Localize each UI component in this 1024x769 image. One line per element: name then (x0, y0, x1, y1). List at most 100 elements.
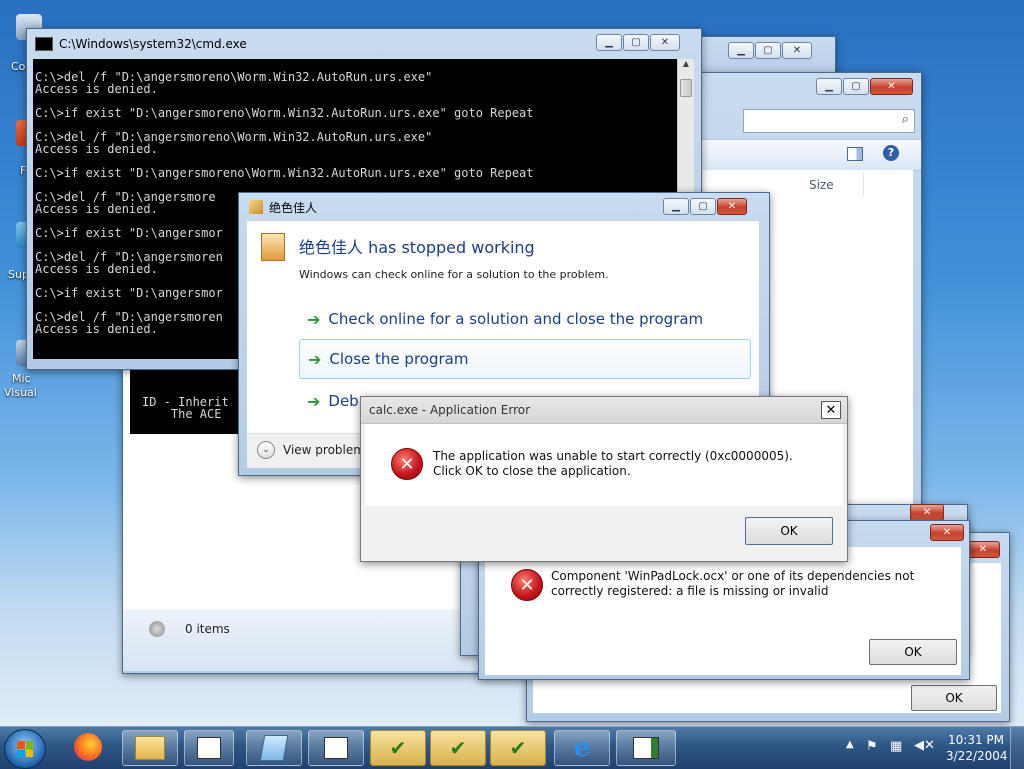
minimize-button[interactable]: ▁ (663, 198, 689, 215)
calc-title-bar: calc.exe - Application Error ✕ (361, 397, 847, 424)
items-icon (149, 621, 165, 637)
taskbar-app[interactable] (184, 730, 234, 766)
wer-heading: 绝色佳人 has stopped working (299, 238, 535, 257)
taskbar-ie[interactable]: e (554, 730, 610, 766)
firefox-icon[interactable] (74, 733, 102, 761)
close-button[interactable]: ✕ (870, 78, 913, 95)
window-controls: ✕ (909, 504, 944, 521)
column-header-size[interactable]: Size (809, 178, 834, 192)
cmd-line: The ACE (142, 407, 222, 421)
show-hidden-icons-icon[interactable]: ▲ (846, 739, 854, 750)
taskbar-wer-3[interactable]: ✔ (490, 730, 546, 766)
clock-time[interactable]: 10:31 PM (948, 733, 1004, 747)
notepad-icon (259, 735, 289, 761)
internet-explorer-icon: e (573, 733, 591, 763)
warning-icon: ✔ (509, 736, 527, 760)
close-button[interactable]: ✕ (821, 401, 841, 419)
scroll-thumb[interactable] (680, 79, 692, 97)
dialog-body: ✕ The application was unable to start co… (365, 424, 843, 506)
minimize-button[interactable]: ▁ (728, 42, 754, 59)
option-close-program[interactable]: ➔ Close the program (299, 339, 751, 379)
warning-icon: ✔ (389, 736, 407, 760)
error-icon: ✕ (391, 448, 423, 480)
window-controls: ▁ ▢ ✕ (662, 198, 747, 215)
taskbar-notepad[interactable] (246, 730, 302, 766)
window-controls: ✕ (965, 541, 1000, 558)
window-icon (197, 737, 221, 759)
close-button[interactable]: ✕ (930, 524, 964, 541)
cmd-title: C:\Windows\system32\cmd.exe (59, 37, 247, 51)
ok-button[interactable]: OK (911, 685, 997, 711)
cmd-app-icon (35, 37, 53, 51)
cmd-line: Access is denied. (35, 142, 158, 156)
option-label: Deb (328, 392, 359, 410)
window-controls: ✕ (929, 524, 964, 541)
arrow-icon: ➔ (308, 349, 322, 369)
search-icon: ⌕ (901, 112, 909, 127)
network-icon[interactable]: ▦ (890, 739, 902, 754)
taskbar-explorer[interactable] (122, 730, 178, 766)
window-icon (324, 737, 348, 759)
close-button[interactable]: ✕ (910, 504, 944, 521)
close-button[interactable]: ✕ (717, 198, 747, 215)
windows-logo-icon (17, 741, 33, 757)
window-controls: ▁ ▢ ✕ (727, 42, 812, 59)
cmd-line: Access is denied. (35, 82, 158, 96)
taskbar-wer-2[interactable]: ✔ (430, 730, 486, 766)
wer-title: 绝色佳人 (269, 200, 318, 215)
option-label: Close the program (329, 350, 469, 368)
action-center-icon[interactable]: ⚑ (866, 739, 878, 754)
wer-subtext: Windows can check online for a solution … (299, 268, 609, 281)
status-items: 0 items (185, 622, 230, 636)
close-button[interactable]: ✕ (782, 42, 812, 59)
chevron-down-icon[interactable]: ⌄ (257, 441, 275, 459)
window-controls: ▁ ▢ ✕ (595, 34, 680, 51)
window-icon (633, 737, 659, 759)
option-check-online[interactable]: ➔ Check online for a solution and close … (299, 301, 749, 337)
folder-icon (135, 736, 165, 760)
cmd-window-back: ID - Inherit The ACE (130, 370, 242, 434)
preview-pane-icon[interactable] (847, 147, 863, 161)
maximize-button[interactable]: ▢ (690, 198, 716, 215)
ok-button[interactable]: OK (869, 639, 957, 665)
calc-error-dialog: calc.exe - Application Error ✕ ✕ The app… (360, 396, 848, 562)
taskbar-app-2[interactable] (616, 730, 676, 766)
cmd-line: C:\>if exist "D:\angersmoreno\Worm.Win32… (35, 106, 534, 120)
component-error-message: Component 'WinPadLock.ocx' or one of its… (551, 569, 915, 598)
taskbar: ✔ ✔ ✔ e ▲ ⚑ ▦ ◀✕ 10:31 PM 3/22/2004 (0, 726, 1024, 769)
clock-date[interactable]: 3/22/2004 (946, 749, 1008, 763)
option-label: Check online for a solution and close th… (328, 310, 704, 328)
desktop-icon-label: Co (11, 60, 26, 73)
dialog-body: ✕ Component 'WinPadLock.ocx' or one of i… (485, 547, 961, 675)
error-icon: ✕ (511, 569, 543, 601)
window-controls: ▁ ▢ ✕ (815, 78, 913, 95)
app-icon (249, 200, 263, 214)
view-problem-details[interactable]: View problem (283, 443, 365, 457)
arrow-icon: ➔ (307, 391, 321, 411)
show-desktop-button[interactable] (1010, 727, 1024, 769)
close-button[interactable]: ✕ (650, 34, 680, 51)
scroll-up-arrow[interactable]: ▲ (678, 59, 694, 75)
cmd-line: C:\>if exist "D:\angersmoreno\Worm.Win32… (35, 166, 534, 180)
volume-icon[interactable]: ◀✕ (914, 738, 935, 753)
search-box[interactable]: ⌕ (743, 109, 915, 133)
arrow-icon: ➔ (307, 309, 321, 329)
maximize-button[interactable]: ▢ (755, 42, 781, 59)
calc-error-message: The application was unable to start corr… (433, 449, 793, 478)
minimize-button[interactable]: ▁ (816, 78, 842, 95)
calc-error-title: calc.exe - Application Error (369, 403, 531, 417)
desktop-icon-label: Mic (12, 372, 31, 385)
desktop-icon-label: Visual (4, 386, 37, 399)
help-icon[interactable]: ? (883, 145, 899, 161)
close-button[interactable]: ✕ (966, 541, 1000, 558)
taskbar-wer-1[interactable]: ✔ (370, 730, 426, 766)
maximize-button[interactable]: ▢ (843, 78, 869, 95)
ok-button[interactable]: OK (745, 517, 833, 545)
start-button[interactable] (4, 729, 46, 769)
program-icon (261, 233, 285, 261)
column-divider (863, 172, 864, 196)
taskbar-cmd[interactable] (308, 730, 364, 766)
warning-icon: ✔ (449, 736, 467, 760)
maximize-button[interactable]: ▢ (623, 34, 649, 51)
minimize-button[interactable]: ▁ (596, 34, 622, 51)
